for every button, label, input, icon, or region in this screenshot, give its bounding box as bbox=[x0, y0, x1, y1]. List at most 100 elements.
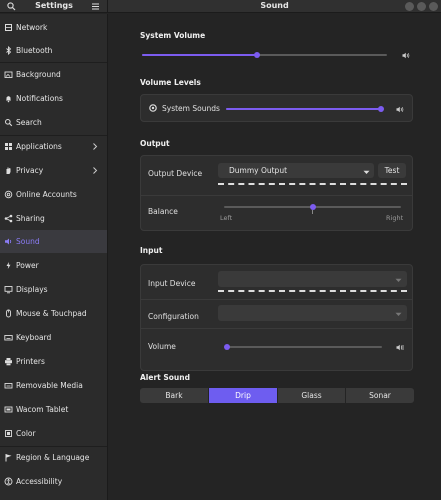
bell-icon bbox=[3, 93, 14, 104]
sidebar-item-printers[interactable]: Printers bbox=[0, 350, 107, 373]
network-icon bbox=[3, 22, 14, 33]
sidebar-item-label: Network bbox=[16, 23, 48, 32]
sidebar-item-label: Notifications bbox=[16, 94, 63, 103]
minimize-button[interactable] bbox=[405, 2, 414, 11]
balance-left-label: Left bbox=[220, 214, 233, 222]
sidebar-item-wacom-tablet[interactable]: Wacom Tablet bbox=[0, 398, 107, 421]
sidebar-item-label: Keyboard bbox=[16, 333, 52, 342]
row-divider bbox=[141, 328, 412, 329]
configuration-combo[interactable] bbox=[218, 305, 407, 321]
maximize-button[interactable] bbox=[417, 2, 426, 11]
input-card: Input Device Configuration Volume bbox=[140, 264, 413, 371]
alert-option-glass[interactable]: Glass bbox=[278, 388, 345, 403]
slider-handle[interactable] bbox=[224, 344, 230, 350]
input-volume-label: Volume bbox=[148, 342, 176, 351]
sidebar-item-label: Online Accounts bbox=[16, 190, 77, 199]
sidebar-item-label: Sharing bbox=[16, 214, 45, 223]
output-device-combo[interactable]: Dummy Output bbox=[218, 163, 374, 178]
slider-fill bbox=[226, 108, 381, 110]
sidebar-item-label: Mouse & Touchpad bbox=[16, 309, 87, 318]
sidebar-item-label: Sound bbox=[16, 237, 40, 246]
balance-label: Balance bbox=[148, 207, 178, 216]
accessibility-icon bbox=[3, 476, 14, 487]
sidebar-item-label: Wacom Tablet bbox=[16, 405, 69, 414]
alert-option-bark[interactable]: Bark bbox=[140, 388, 208, 403]
tablet-icon bbox=[3, 404, 14, 415]
slider-handle[interactable] bbox=[378, 106, 384, 112]
chevron-right-icon bbox=[91, 166, 99, 175]
microphone-volume-icon bbox=[396, 344, 404, 351]
alert-sound-title: Alert Sound bbox=[140, 373, 190, 382]
chevron-down-icon bbox=[363, 168, 370, 174]
speaker-icon bbox=[3, 236, 14, 247]
sidebar-item-online-accounts[interactable]: Online Accounts bbox=[0, 183, 107, 206]
sidebar-item-label: Bluetooth bbox=[16, 46, 53, 55]
configuration-label: Configuration bbox=[148, 312, 199, 321]
sidebar-item-accessibility[interactable]: Accessibility bbox=[0, 470, 107, 493]
sidebar-item-label: Displays bbox=[16, 285, 48, 294]
alert-option-sonar[interactable]: Sonar bbox=[346, 388, 414, 403]
power-icon bbox=[3, 260, 14, 271]
sidebar-item-notifications[interactable]: Notifications bbox=[0, 87, 107, 110]
chevron-down-icon bbox=[395, 276, 402, 282]
sidebar: Network Bluetooth Background Notificatio… bbox=[0, 14, 108, 500]
speaker-icon bbox=[396, 106, 404, 113]
chevron-down-icon bbox=[395, 310, 402, 316]
speaker-icon bbox=[402, 52, 410, 59]
display-icon bbox=[3, 284, 14, 295]
sidebar-item-keyboard[interactable]: Keyboard bbox=[0, 326, 107, 349]
sidebar-item-color[interactable]: Color bbox=[0, 422, 107, 445]
sidebar-item-privacy[interactable]: Privacy bbox=[0, 159, 107, 182]
focus-outline bbox=[218, 183, 407, 185]
sidebar-item-background[interactable]: Background bbox=[0, 63, 107, 86]
row-divider bbox=[141, 195, 412, 196]
bluetooth-icon bbox=[3, 45, 14, 56]
sidebar-item-label: Accessibility bbox=[16, 477, 63, 486]
sidebar-item-region-language[interactable]: Region & Language bbox=[0, 446, 107, 469]
volume-levels-card: System Sounds bbox=[140, 94, 413, 122]
test-button[interactable]: Test bbox=[378, 163, 406, 178]
row-divider bbox=[141, 299, 412, 300]
mouse-icon bbox=[3, 308, 14, 319]
sidebar-item-removable-media[interactable]: Removable Media bbox=[0, 374, 107, 397]
slider-handle[interactable] bbox=[254, 52, 261, 58]
volume-levels-title: Volume Levels bbox=[140, 78, 201, 87]
balance-right-label: Right bbox=[386, 214, 404, 222]
sidebar-item-label: Region & Language bbox=[16, 453, 90, 462]
system-sounds-label: System Sounds bbox=[162, 104, 220, 113]
sidebar-item-applications[interactable]: Applications bbox=[0, 135, 107, 158]
input-title: Input bbox=[140, 246, 163, 255]
sidebar-item-bluetooth[interactable]: Bluetooth bbox=[0, 39, 107, 62]
output-device-label: Output Device bbox=[148, 169, 203, 178]
sidebar-item-power[interactable]: Power bbox=[0, 254, 107, 277]
gear-icon bbox=[148, 103, 158, 113]
sidebar-item-label: Color bbox=[16, 429, 36, 438]
slider-fill bbox=[142, 54, 258, 56]
alert-option-drip[interactable]: Drip bbox=[209, 388, 277, 403]
sidebar-item-network[interactable]: Network bbox=[0, 16, 107, 39]
printer-icon bbox=[3, 356, 14, 367]
sidebar-item-label: Removable Media bbox=[16, 381, 83, 390]
output-card: Output Device Dummy Output Test Balance … bbox=[140, 155, 413, 231]
header-bar: Settings Sound bbox=[0, 0, 441, 13]
sidebar-item-sharing[interactable]: Sharing bbox=[0, 207, 107, 230]
main-content: System Volume Volume Levels System Sound… bbox=[109, 14, 441, 500]
system-volume-title: System Volume bbox=[140, 31, 206, 40]
sidebar-item-sound[interactable]: Sound bbox=[0, 230, 107, 253]
media-icon bbox=[3, 380, 14, 391]
color-icon bbox=[3, 428, 14, 439]
sidebar-item-search[interactable]: Search bbox=[0, 111, 107, 134]
sidebar-item-mouse-touchpad[interactable]: Mouse & Touchpad bbox=[0, 302, 107, 325]
sidebar-item-label: Search bbox=[16, 118, 42, 127]
input-device-combo[interactable] bbox=[218, 271, 407, 287]
share-icon bbox=[3, 213, 14, 224]
focus-outline bbox=[218, 290, 407, 292]
slider-track bbox=[227, 346, 382, 348]
hamburger-menu-icon[interactable] bbox=[90, 1, 101, 12]
input-device-label: Input Device bbox=[148, 279, 196, 288]
sidebar-item-displays[interactable]: Displays bbox=[0, 278, 107, 301]
output-device-value: Dummy Output bbox=[229, 166, 288, 175]
sidebar-item-label: Power bbox=[16, 261, 39, 270]
sidebar-item-label: Privacy bbox=[16, 166, 44, 175]
close-button[interactable] bbox=[429, 2, 438, 11]
